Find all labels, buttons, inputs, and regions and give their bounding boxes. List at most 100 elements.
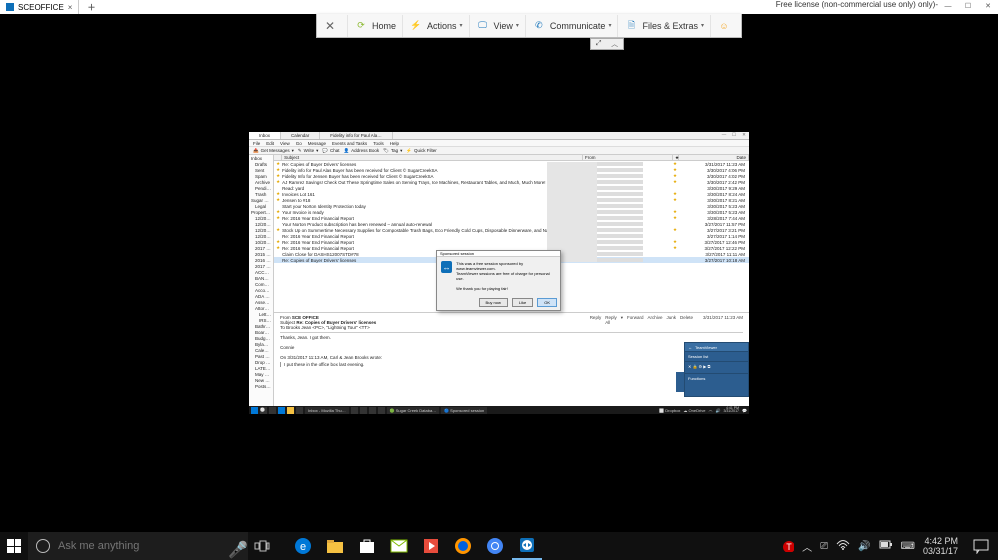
task-view-button[interactable]: [248, 532, 276, 560]
cortana-icon: [36, 539, 50, 553]
preview-actions: Reply Reply All▾ Forward Archive Junk De…: [590, 315, 743, 330]
toolbar-actions-button[interactable]: ⚡ Actions▾: [403, 15, 470, 37]
menu-tools[interactable]: Tools: [373, 141, 384, 146]
menu-message[interactable]: Message: [308, 141, 326, 146]
forward-button[interactable]: Forward: [627, 315, 644, 330]
toolbar-home-button[interactable]: ⟳ Home: [348, 15, 403, 37]
remote-start-button[interactable]: [251, 407, 258, 414]
toolbar-close-button[interactable]: ✕: [317, 15, 348, 37]
col-from[interactable]: From: [583, 155, 673, 160]
app-file-explorer[interactable]: [320, 532, 350, 560]
task-sponsored[interactable]: 🔵Sponsored session: [441, 407, 487, 414]
ok-button[interactable]: OK: [537, 298, 557, 307]
buy-now-button[interactable]: Buy now: [479, 298, 508, 307]
tb-minimize[interactable]: —: [719, 132, 729, 139]
thunderbird-tabs: Inbox Calendar Fidelity info for Paul Al…: [249, 132, 749, 140]
tool-write[interactable]: ✎Write▾: [298, 148, 318, 154]
menu-go[interactable]: Go: [296, 141, 302, 146]
cortana-search[interactable]: 🎤: [28, 532, 248, 560]
message-row[interactable]: ★Jensen to #18★3/30/2017 8:21 AM: [274, 197, 749, 203]
task-database[interactable]: 🟢Sugar Creek Databa…: [387, 407, 439, 414]
col-date[interactable]: Date: [679, 155, 749, 160]
tool-quick-filter[interactable]: ⚡Quick Filter: [406, 148, 436, 154]
mic-icon[interactable]: 🎤: [228, 540, 240, 552]
tool-chat[interactable]: 💬Chat: [322, 148, 339, 154]
remote-store[interactable]: [296, 407, 303, 414]
menu-view[interactable]: View: [280, 141, 290, 146]
folder-item[interactable]: Property Man. - Correspondence: [249, 209, 273, 215]
app-firefox[interactable]: [448, 532, 478, 560]
tv-connection-tab[interactable]: SCEOFFICE ×: [0, 0, 79, 14]
message-row[interactable]: ★Re: 2016 Year End Financial Report★3/28…: [274, 215, 749, 221]
tray-volume-icon[interactable]: 🔊: [858, 541, 870, 552]
collapse-icon[interactable]: ︿: [611, 39, 618, 49]
folder-item[interactable]: Sugar Receipts: [249, 197, 273, 203]
menu-events[interactable]: Events and Tasks: [332, 141, 367, 146]
tray-wifi-icon[interactable]: [836, 539, 850, 554]
remote-edge[interactable]: [278, 407, 285, 414]
tab-close-button[interactable]: ×: [68, 3, 73, 12]
app-edge[interactable]: e: [288, 532, 318, 560]
col-subject[interactable]: Subject: [282, 155, 583, 160]
fullscreen-icon[interactable]: ⤢: [596, 40, 602, 48]
like-button[interactable]: Like: [512, 298, 533, 307]
remote-search[interactable]: ⚪: [260, 407, 267, 414]
tray-power-icon[interactable]: [879, 540, 893, 553]
remote-explorer[interactable]: [287, 407, 294, 414]
toolbar-communicate-button[interactable]: ✆ Communicate▾: [526, 15, 619, 37]
tray-onedrive[interactable]: ☁ OneDrive: [683, 408, 705, 413]
tool-get-messages[interactable]: 📥Get Messages▾: [253, 148, 294, 154]
tb-tab-calendar[interactable]: Calendar: [281, 132, 320, 139]
toolbar-files-button[interactable]: 🗎 Files & Extras▾: [618, 15, 711, 37]
delete-button[interactable]: Delete: [680, 315, 693, 330]
tool-tag[interactable]: 🏷Tag▾: [383, 148, 402, 154]
reply-all-button[interactable]: Reply All: [605, 315, 617, 330]
app-teamviewer[interactable]: [512, 532, 542, 560]
message-row[interactable]: ★Stock Up on Summertime Necessary Suppli…: [274, 227, 749, 233]
tray-cast-icon[interactable]: ⎚: [820, 541, 828, 552]
remote-action-center[interactable]: 💬: [742, 408, 747, 413]
smiley-icon: ☺: [717, 19, 731, 33]
thunderbird-toolbar: 📥Get Messages▾ ✎Write▾ 💬Chat 👤Address Bo…: [249, 147, 749, 155]
tab-add-button[interactable]: ＋: [87, 2, 95, 13]
tb-tab-inbox[interactable]: Inbox: [249, 132, 281, 139]
teamviewer-logo-icon: ↔: [441, 261, 452, 273]
tv-toolbar: ✕ ⟳ Home ⚡ Actions▾ 🖵 View▾ ✆ Communicat…: [316, 14, 742, 38]
tv-panel-tab[interactable]: [676, 372, 684, 392]
minimize-button[interactable]: —: [938, 0, 958, 12]
folder-item[interactable]: Posts to Web Page: [249, 383, 273, 389]
menu-file[interactable]: File: [253, 141, 260, 146]
tray-security-icon[interactable]: T: [782, 540, 794, 552]
task-thunderbird[interactable]: Inbox - Mozilla Thu…: [305, 407, 349, 414]
teamviewer-panel[interactable]: ↔TeamViewer Session list ✕ 🔒 ⚙ ▶ ⧉ Funct…: [684, 342, 749, 397]
tb-maximize[interactable]: ☐: [729, 132, 739, 139]
folder-pane[interactable]: InboxDraftsSentSpamArchivePending Follow…: [249, 155, 274, 414]
tray-keyboard-icon[interactable]: ⌨: [901, 541, 915, 552]
close-button[interactable]: ✕: [978, 0, 998, 12]
license-text: Free license (non-commercial use only) o…: [776, 0, 938, 9]
app-chrome[interactable]: [480, 532, 510, 560]
tray-dropbox[interactable]: ⬜ Dropbox: [659, 408, 680, 413]
tb-close[interactable]: ✕: [739, 132, 749, 139]
start-button[interactable]: [0, 532, 28, 560]
menu-edit[interactable]: Edit: [266, 141, 274, 146]
maximize-button[interactable]: ☐: [958, 0, 978, 12]
tb-tab-message[interactable]: Fidelity info for Paul Ala…: [320, 132, 393, 139]
search-input[interactable]: [58, 540, 228, 552]
reply-button[interactable]: Reply: [590, 315, 602, 330]
remote-clock[interactable]: 4:41 PM 3/31/2017: [723, 407, 739, 414]
toolbar-feedback-button[interactable]: ☺: [711, 15, 741, 37]
app-video[interactable]: [416, 532, 446, 560]
tray-up-icon[interactable]: ︿: [802, 539, 812, 554]
junk-button[interactable]: Junk: [667, 315, 677, 330]
app-store[interactable]: [352, 532, 382, 560]
archive-button[interactable]: Archive: [648, 315, 663, 330]
menu-help[interactable]: Help: [390, 141, 399, 146]
remote-taskview[interactable]: [269, 407, 276, 414]
host-clock[interactable]: 4:42 PM 03/31/17: [923, 536, 958, 556]
action-center-button[interactable]: [970, 532, 992, 560]
app-mail[interactable]: [384, 532, 414, 560]
tool-address-book[interactable]: 👤Address Book: [343, 148, 379, 154]
message-row[interactable]: ★AJ Ramrez Savings! Check Out These Spri…: [274, 179, 749, 185]
toolbar-view-button[interactable]: 🖵 View▾: [470, 15, 526, 37]
